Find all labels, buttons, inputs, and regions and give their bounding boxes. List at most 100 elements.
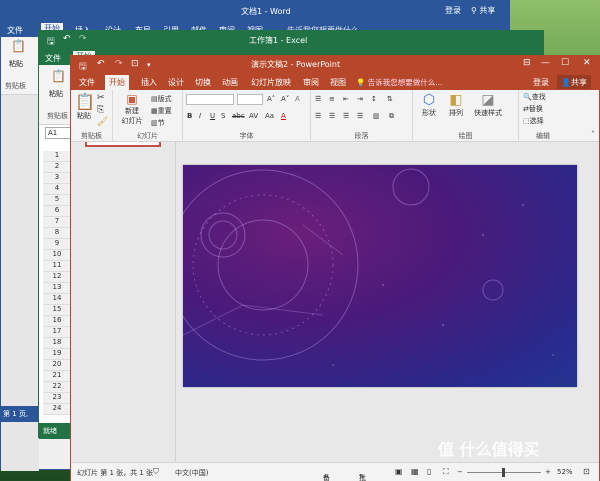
excel-row-header[interactable]: 16	[43, 316, 71, 327]
excel-row-header[interactable]: 19	[43, 349, 71, 360]
word-titlebar[interactable]: 文档1 - Word 登录 ⚲ 共享	[1, 1, 509, 23]
word-tab-file[interactable]: 文件	[7, 25, 23, 36]
ppt-titlebar[interactable]: 🖫 ↶ ↷ ⊡ ▾ 演示文稿2 - PowerPoint ⊟ — ☐ ✕	[71, 56, 599, 74]
line-spacing-icon[interactable]: ↕	[371, 95, 377, 103]
bullets-icon[interactable]: ☰	[315, 95, 321, 103]
slide-thumbnail-selected[interactable]	[85, 142, 161, 147]
copy-icon[interactable]: ⎘	[97, 105, 104, 115]
excel-row-header[interactable]: 15	[43, 305, 71, 316]
powerpoint-window[interactable]: 🖫 ↶ ↷ ⊡ ▾ 演示文稿2 - PowerPoint ⊟ — ☐ ✕ 文件 …	[70, 55, 600, 481]
excel-paste-label[interactable]: 粘贴	[49, 89, 63, 99]
shrink-font-icon[interactable]: A˅	[281, 95, 289, 103]
numbering-icon[interactable]: ≡	[329, 95, 335, 103]
shapes-button[interactable]: ⬡ 形状	[417, 92, 441, 118]
excel-row-header[interactable]: 9	[43, 239, 71, 250]
ppt-login-button[interactable]: 登录	[533, 77, 549, 88]
ppt-tab-transitions[interactable]: 切换	[195, 77, 211, 88]
ppt-tab-animations[interactable]: 动画	[222, 77, 238, 88]
normal-view-icon[interactable]: ▣	[395, 467, 403, 476]
excel-row-header[interactable]: 11	[43, 261, 71, 272]
paste-button[interactable]: 📋 粘贴	[75, 92, 95, 121]
slideshow-view-icon[interactable]: ⛶	[443, 467, 449, 477]
excel-row-header[interactable]: 22	[43, 382, 71, 393]
underline-icon[interactable]: U	[210, 112, 215, 120]
excel-row-header[interactable]: 14	[43, 294, 71, 305]
spellcheck-icon[interactable]: ⛉	[153, 467, 159, 477]
italic-icon[interactable]: I	[199, 112, 201, 120]
slide-canvas[interactable]	[183, 165, 577, 387]
excel-row-header[interactable]: 24	[43, 404, 71, 415]
ppt-tab-review[interactable]: 审阅	[303, 77, 319, 88]
section-button[interactable]: ▥节	[151, 118, 165, 128]
font-size-input[interactable]	[237, 94, 263, 105]
align-left-icon[interactable]: ☰	[315, 112, 321, 120]
ppt-tab-home[interactable]: 开始	[105, 75, 129, 90]
excel-row-header[interactable]: 13	[43, 283, 71, 294]
ppt-tab-insert[interactable]: 插入	[141, 77, 157, 88]
slide-sorter-icon[interactable]: ▦	[411, 467, 419, 476]
shadow-icon[interactable]: S	[221, 112, 225, 120]
zoom-slider-thumb[interactable]	[502, 468, 505, 477]
word-paste-icon[interactable]: 📋	[11, 39, 26, 53]
ppt-close-icon[interactable]: ✕	[583, 58, 591, 68]
excel-row-header[interactable]: 21	[43, 371, 71, 382]
excel-row-header[interactable]: 10	[43, 250, 71, 261]
excel-name-box[interactable]: A1	[45, 127, 71, 139]
text-direction-icon[interactable]: ⇅	[387, 95, 393, 103]
zoom-slider[interactable]	[467, 468, 541, 477]
layout-button[interactable]: ▤版式	[151, 94, 172, 104]
word-login[interactable]: 登录	[445, 5, 461, 16]
zoom-level[interactable]: 52%	[557, 468, 573, 476]
justify-icon[interactable]: ☰	[357, 112, 363, 120]
bold-icon[interactable]: B	[187, 112, 192, 120]
arrange-button[interactable]: ◧ 排列	[443, 92, 469, 118]
reset-button[interactable]: ▦重置	[151, 106, 172, 116]
excel-row-header[interactable]: 17	[43, 327, 71, 338]
ppt-redo-icon[interactable]: ↷	[115, 59, 123, 69]
excel-row-header[interactable]: 5	[43, 195, 71, 206]
excel-row-header[interactable]: 3	[43, 173, 71, 184]
grow-font-icon[interactable]: A˄	[267, 95, 275, 103]
strikethrough-icon[interactable]: abc	[232, 112, 245, 120]
excel-tab-file[interactable]: 文件	[45, 53, 61, 64]
ppt-tab-slideshow[interactable]: 幻灯片放映	[251, 77, 291, 88]
word-share[interactable]: ⚲ 共享	[471, 5, 495, 16]
ppt-tab-view[interactable]: 视图	[330, 77, 346, 88]
excel-row-header[interactable]: 12	[43, 272, 71, 283]
reading-view-icon[interactable]: ▯	[427, 467, 431, 476]
excel-row-header[interactable]: 4	[43, 184, 71, 195]
ppt-ribbon-options-icon[interactable]: ⊟	[523, 58, 531, 68]
excel-undo-icon[interactable]: ↶	[63, 34, 71, 44]
ppt-undo-icon[interactable]: ↶	[97, 59, 105, 69]
ppt-customize-qat-icon[interactable]: ▾	[147, 61, 151, 69]
align-center-icon[interactable]: ☰	[329, 112, 335, 120]
ppt-present-icon[interactable]: ⊡	[131, 59, 139, 69]
select-button[interactable]: ⬚选择	[523, 116, 544, 126]
columns-icon[interactable]: ▥	[373, 112, 380, 120]
excel-row-header[interactable]: 1	[43, 151, 71, 162]
excel-redo-icon[interactable]: ↷	[79, 34, 87, 44]
excel-row-header[interactable]: 18	[43, 338, 71, 349]
align-right-icon[interactable]: ☰	[343, 112, 349, 120]
excel-row-header[interactable]: 8	[43, 228, 71, 239]
find-button[interactable]: 🔍查找	[523, 92, 546, 102]
ppt-maximize-icon[interactable]: ☐	[561, 58, 569, 68]
quick-styles-button[interactable]: ◪ 快速样式	[471, 92, 505, 118]
excel-row-header[interactable]: 2	[43, 162, 71, 173]
font-color-icon[interactable]: A	[281, 112, 286, 120]
ppt-tab-design[interactable]: 设计	[168, 77, 184, 88]
clear-formatting-icon[interactable]: A̸	[295, 95, 300, 103]
excel-row-header[interactable]: 7	[43, 217, 71, 228]
excel-row-header[interactable]: 20	[43, 360, 71, 371]
font-name-input[interactable]	[186, 94, 234, 105]
ppt-tab-file[interactable]: 文件	[79, 77, 95, 88]
ppt-minimize-icon[interactable]: —	[541, 58, 550, 68]
increase-indent-icon[interactable]: ⇥	[357, 95, 363, 103]
smartart-icon[interactable]: ⧉	[389, 112, 394, 121]
status-language[interactable]: 中文(中国)	[175, 468, 208, 478]
collapse-ribbon-icon[interactable]: ˄	[591, 130, 595, 139]
excel-titlebar[interactable]: 🖫 ↶ ↷ 工作簿1 - Excel	[39, 31, 543, 51]
replace-button[interactable]: ⇄替换	[523, 104, 543, 114]
zoom-in-icon[interactable]: +	[545, 468, 551, 476]
ppt-tell-me[interactable]: 💡 告诉我您想要做什么...	[356, 77, 442, 88]
